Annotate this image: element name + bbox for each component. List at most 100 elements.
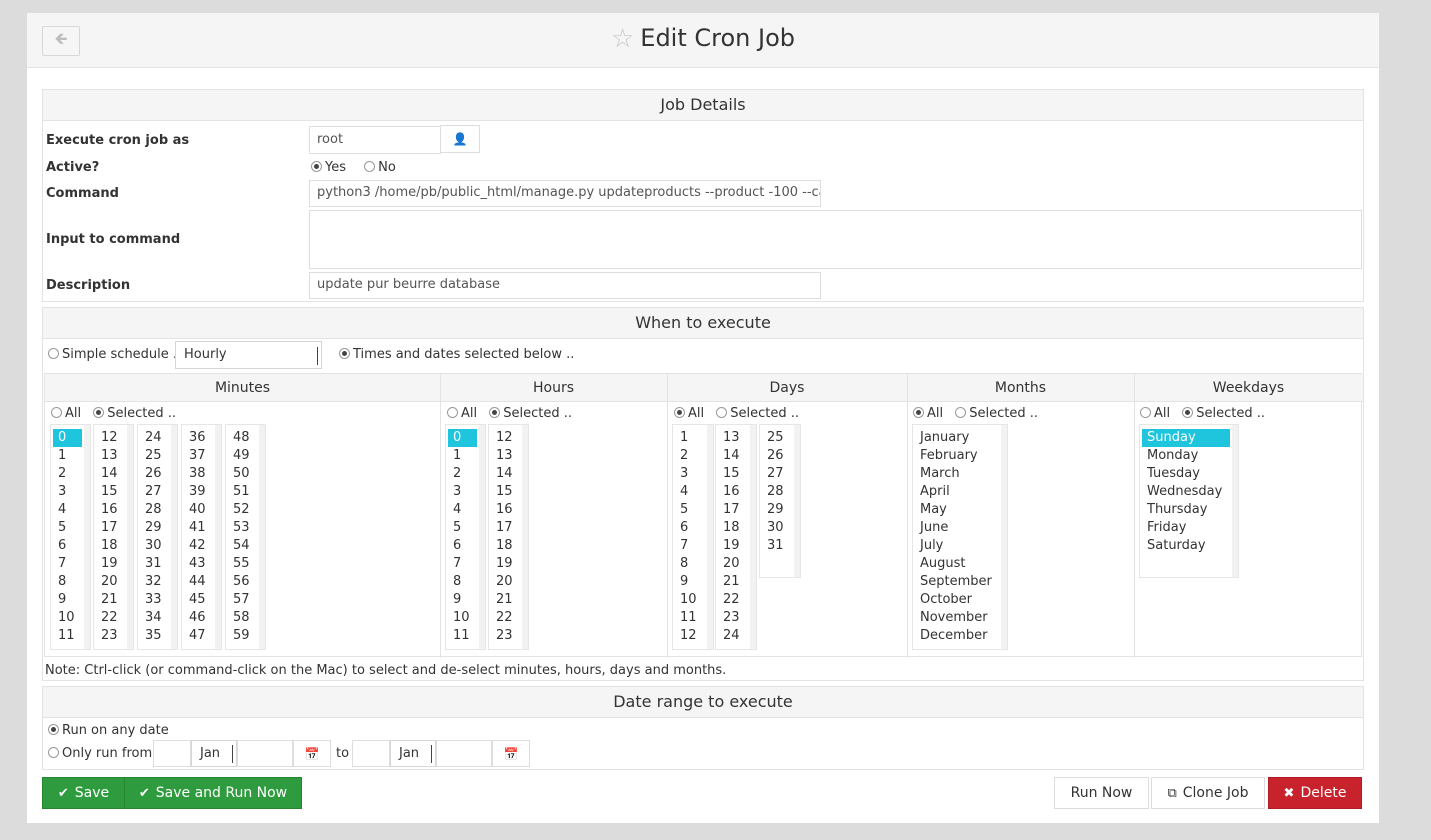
list-option[interactable]: 40 bbox=[184, 501, 221, 519]
list-option[interactable]: 22 bbox=[96, 609, 133, 627]
list-option[interactable]: 37 bbox=[184, 447, 221, 465]
list-option[interactable]: 47 bbox=[184, 627, 221, 645]
months-all-radio[interactable] bbox=[913, 407, 924, 418]
list-option[interactable]: August bbox=[915, 555, 1007, 573]
list-option[interactable]: 17 bbox=[718, 501, 756, 519]
list-option[interactable]: 3 bbox=[675, 465, 713, 483]
list-option[interactable]: Friday bbox=[1142, 519, 1238, 537]
list-option[interactable]: 55 bbox=[228, 555, 265, 573]
list-option[interactable]: 7 bbox=[448, 555, 485, 573]
list-option[interactable]: 21 bbox=[718, 573, 756, 591]
list-option[interactable]: 22 bbox=[718, 591, 756, 609]
list-option[interactable]: 20 bbox=[96, 573, 133, 591]
list-option[interactable]: 16 bbox=[96, 501, 133, 519]
days-list[interactable]: 13 14 15 16 17 18 19 20 21 22 23 24 bbox=[715, 424, 757, 650]
from-year-field[interactable] bbox=[237, 740, 293, 767]
list-option[interactable]: 8 bbox=[448, 573, 485, 591]
list-option[interactable]: 24 bbox=[718, 627, 756, 645]
list-option[interactable]: 58 bbox=[228, 609, 265, 627]
list-option[interactable]: 6 bbox=[675, 519, 713, 537]
list-option[interactable]: 25 bbox=[140, 447, 177, 465]
save-button[interactable]: ✔ Save bbox=[42, 777, 125, 809]
list-option[interactable]: 43 bbox=[184, 555, 221, 573]
weekdays-list[interactable]: Sunday Monday Tuesday Wednesday Thursday Frid… bbox=[1139, 424, 1239, 578]
list-option[interactable]: January bbox=[915, 429, 1007, 447]
list-option[interactable]: 22 bbox=[491, 609, 528, 627]
list-option[interactable]: 48 bbox=[228, 429, 265, 447]
list-option[interactable]: 25 bbox=[762, 429, 800, 447]
simple-schedule-select[interactable]: Hourly bbox=[175, 341, 322, 369]
execute-as-field[interactable]: root bbox=[309, 126, 441, 154]
clone-job-button[interactable]: ⧉ Clone Job bbox=[1151, 777, 1265, 809]
simple-schedule-radio[interactable] bbox=[48, 348, 59, 359]
list-option[interactable]: July bbox=[915, 537, 1007, 555]
list-option[interactable]: 13 bbox=[718, 429, 756, 447]
list-option[interactable]: 1 bbox=[675, 429, 713, 447]
list-option[interactable]: 7 bbox=[53, 555, 90, 573]
list-option[interactable]: March bbox=[915, 465, 1007, 483]
list-option[interactable]: 10 bbox=[448, 609, 485, 627]
list-option[interactable]: 21 bbox=[491, 591, 528, 609]
list-option[interactable]: 50 bbox=[228, 465, 265, 483]
list-option[interactable]: 20 bbox=[491, 573, 528, 591]
times-dates-radio[interactable] bbox=[339, 348, 350, 359]
list-option[interactable]: 10 bbox=[675, 591, 713, 609]
list-option[interactable]: 28 bbox=[762, 483, 800, 501]
list-option[interactable]: 10 bbox=[53, 609, 90, 627]
list-option[interactable]: 5 bbox=[675, 501, 713, 519]
list-option[interactable]: 32 bbox=[140, 573, 177, 591]
list-option[interactable]: 38 bbox=[184, 465, 221, 483]
any-date-radio[interactable] bbox=[48, 724, 59, 735]
list-option[interactable]: 11 bbox=[675, 609, 713, 627]
list-option[interactable]: 13 bbox=[96, 447, 133, 465]
days-list[interactable]: 25 26 27 28 29 30 31 bbox=[759, 424, 801, 578]
list-option[interactable]: 15 bbox=[718, 465, 756, 483]
list-option[interactable]: 41 bbox=[184, 519, 221, 537]
list-option[interactable]: 14 bbox=[718, 447, 756, 465]
list-option[interactable]: 30 bbox=[762, 519, 800, 537]
list-option[interactable]: 6 bbox=[53, 537, 90, 555]
to-calendar-button[interactable]: 📅 bbox=[492, 740, 530, 767]
days-list[interactable]: 1 2 3 4 5 6 7 8 9 10 11 12 bbox=[672, 424, 714, 650]
list-option[interactable]: 9 bbox=[675, 573, 713, 591]
list-option[interactable]: 26 bbox=[762, 447, 800, 465]
minutes-list[interactable]: 48 49 50 51 52 53 54 55 56 57 58 59 bbox=[225, 424, 266, 650]
list-option[interactable]: 1 bbox=[53, 447, 90, 465]
list-option[interactable]: 18 bbox=[491, 537, 528, 555]
list-option[interactable]: 4 bbox=[448, 501, 485, 519]
list-option[interactable]: 51 bbox=[228, 483, 265, 501]
list-option[interactable]: 3 bbox=[448, 483, 485, 501]
active-yes-radio[interactable] bbox=[311, 161, 322, 172]
list-option[interactable]: 49 bbox=[228, 447, 265, 465]
list-option[interactable]: 33 bbox=[140, 591, 177, 609]
list-option[interactable]: 46 bbox=[184, 609, 221, 627]
list-option[interactable]: 8 bbox=[675, 555, 713, 573]
days-selected-radio[interactable] bbox=[716, 407, 728, 418]
list-option[interactable]: Sunday bbox=[1142, 429, 1230, 447]
list-option[interactable]: 14 bbox=[491, 465, 528, 483]
list-option[interactable]: September bbox=[915, 573, 1007, 591]
list-option[interactable]: 34 bbox=[140, 609, 177, 627]
list-option[interactable]: 26 bbox=[140, 465, 177, 483]
list-option[interactable]: 17 bbox=[491, 519, 528, 537]
list-option[interactable]: 19 bbox=[718, 537, 756, 555]
list-option[interactable]: 36 bbox=[184, 429, 221, 447]
list-option[interactable]: 28 bbox=[140, 501, 177, 519]
list-option[interactable]: 12 bbox=[491, 429, 528, 447]
list-option[interactable]: 30 bbox=[140, 537, 177, 555]
command-field[interactable]: python3 /home/pb/public_html/manage.py u… bbox=[309, 180, 821, 207]
list-option[interactable]: 27 bbox=[140, 483, 177, 501]
minutes-all-radio[interactable] bbox=[51, 407, 62, 418]
list-option[interactable]: 16 bbox=[718, 483, 756, 501]
months-selected-radio[interactable] bbox=[955, 407, 967, 418]
list-option[interactable]: 35 bbox=[140, 627, 177, 645]
user-picker-button[interactable]: 👤 bbox=[440, 125, 480, 153]
list-option[interactable]: 11 bbox=[448, 627, 485, 645]
hours-selected-radio[interactable] bbox=[489, 407, 501, 418]
list-option[interactable]: 31 bbox=[140, 555, 177, 573]
list-option[interactable]: 4 bbox=[675, 483, 713, 501]
list-option[interactable]: 16 bbox=[491, 501, 528, 519]
list-option[interactable]: 24 bbox=[140, 429, 177, 447]
list-option[interactable]: 54 bbox=[228, 537, 265, 555]
list-option[interactable]: 39 bbox=[184, 483, 221, 501]
